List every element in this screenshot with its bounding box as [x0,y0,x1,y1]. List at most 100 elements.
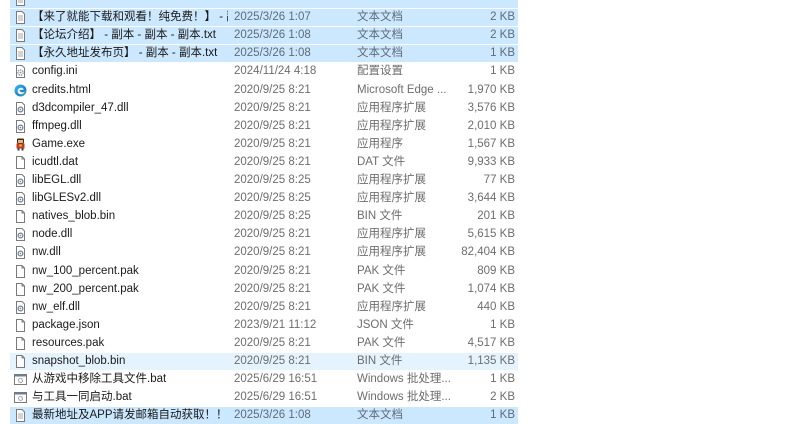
file-name: snapshot_blob.bin [32,355,126,367]
blank-file-icon [14,210,27,224]
file-name: nw_200_percent.pak [32,282,139,295]
dll-file-icon [14,174,27,187]
file-size: 1 KB [490,65,515,78]
file-name: 【论坛介绍】 - 副本 - 副本 - 副本.txt [32,29,216,42]
file-type: 应用程序 [357,137,403,150]
file-size: 2 KB [490,391,515,404]
file-row[interactable]: nw_elf.dll 2020/9/25 8:21 应用程序扩展 440 KB [10,299,518,316]
file-date-modified: 2025/3/26 1:08 [234,29,311,42]
file-size: 3,644 KB [467,192,515,205]
file-size: 9,933 KB [467,155,515,168]
file-size: 77 KB [483,174,515,186]
file-row[interactable]: credits.html 2020/9/25 8:21 Microsoft Edge… [10,82,518,99]
blank-file-icon [14,318,27,332]
file-date-modified: 2024/11/24 4:18 [234,65,317,78]
file-type: 应用程序扩展 [357,192,426,205]
file-name: nw.dll [32,246,61,259]
blank-file-icon [14,355,27,368]
file-name: natives_blob.bin [32,210,116,223]
text-file-icon [14,409,27,423]
file-row[interactable]: d3dcompiler_47.dll 2020/9/25 8:21 应用程序扩展 3,… [10,100,518,117]
file-date-modified: 2020/9/25 8:21 [234,119,311,132]
file-type: 文本文档 [357,11,403,24]
dll-file-icon [14,246,27,260]
file-type: BIN 文件 [357,210,403,223]
file-date-modified: 2020/9/25 8:21 [234,282,311,295]
file-date-modified: 2020/9/25 8:25 [234,210,311,223]
file-name: libGLESv2.dll [32,192,102,205]
file-row[interactable]: resources.pak 2020/9/25 8:21 PAK 文件 4,517 K… [10,335,518,352]
config-file-icon [14,65,27,79]
file-row[interactable]: package.json 2023/9/21 11:12 JSON 文件 1 KB [10,317,518,334]
text-file-icon [14,47,27,61]
file-size: 809 KB [477,264,515,277]
file-size: 2 KB [490,29,515,42]
file-size: 3,576 KB [467,101,515,114]
file-date-modified: 2025/6/29 16:51 [234,391,318,404]
file-type: Microsoft Edge ... [357,83,447,96]
file-date-modified: 2025/6/29 16:51 [234,373,318,386]
file-date-modified: 2020/9/25 8:21 [234,83,311,96]
file-type: 应用程序扩展 [357,119,426,132]
file-row[interactable]: 最新地址及APP请发邮箱自动获取！！！ 2025/3/26 1:08 文本文档 1 K… [10,407,518,424]
file-row[interactable]: 与工具一同启动.bat 2025/6/29 16:51 Windows 批处理...… [10,389,518,406]
file-date-modified: 2025/3/26 1:07 [234,11,311,24]
file-size: 440 KB [477,300,515,313]
file-row[interactable]: 【来了就能下载和观看！纯免费！】 - 副本 - 副本.txt 2025/3/26 … [10,9,518,27]
file-name: Game.exe [32,137,86,150]
file-row[interactable]: natives_blob.bin 2020/9/25 8:25 BIN 文件 201 … [10,208,518,225]
file-size: 2 KB [490,11,515,24]
file-row[interactable]: 【永久地址发布页】 - 副本 - 副本.txt 2025/3/26 1:08 文本文… [10,45,518,63]
file-row[interactable] [10,0,518,8]
file-size: 1 KB [490,373,515,386]
batch-file-icon [14,391,27,404]
file-row[interactable]: nw.dll 2020/9/25 8:21 应用程序扩展 82,404 KB [10,244,518,261]
file-type: BIN 文件 [357,355,403,367]
file-date-modified: 2020/9/25 8:21 [234,101,311,114]
file-type: JSON 文件 [357,318,414,331]
file-date-modified: 2020/9/25 8:21 [234,137,311,150]
file-size: 1,074 KB [467,282,515,295]
file-row[interactable]: snapshot_blob.bin 2020/9/25 8:21 BIN 文件 1,1… [10,353,518,370]
file-row[interactable]: icudtl.dat 2020/9/25 8:21 DAT 文件 9,933 KB [10,154,518,171]
dll-file-icon [14,192,27,206]
file-size: 4,517 KB [467,336,515,349]
text-file-icon [14,29,27,43]
file-name: nw_100_percent.pak [32,264,139,277]
blank-file-icon [14,155,27,169]
file-name: nw_elf.dll [32,300,80,313]
file-type: 应用程序扩展 [357,174,426,186]
file-type: Windows 批处理... [357,373,451,386]
file-name: credits.html [32,83,91,96]
file-size: 1,567 KB [467,137,515,150]
file-row[interactable]: config.ini 2024/11/24 4:18 配置设置 1 KB [10,63,518,80]
file-name: resources.pak [32,336,105,349]
file-size: 201 KB [477,210,515,223]
file-list: 【来了就能下载和观看！纯免费！】 - 副本 - 副本.txt 2025/3/26 … [0,0,800,424]
game-exe-icon [14,138,27,151]
file-row[interactable]: 【论坛介绍】 - 副本 - 副本 - 副本.txt 2025/3/26 1:08 文… [10,27,518,45]
text-file-icon [14,0,27,6]
file-size: 1 KB [490,318,515,331]
file-type: Windows 批处理... [357,391,451,404]
file-type: 应用程序扩展 [357,300,426,313]
file-date-modified: 2020/9/25 8:25 [234,174,311,186]
file-row[interactable]: libEGL.dll 2020/9/25 8:25 应用程序扩展 77 KB [10,172,518,189]
file-size: 5,615 KB [467,228,515,241]
file-date-modified: 2020/9/25 8:21 [234,264,311,277]
file-row[interactable]: nw_200_percent.pak 2020/9/25 8:21 PAK 文件 1,… [10,281,518,298]
blank-file-icon [14,282,27,296]
file-type: PAK 文件 [357,282,406,295]
file-date-modified: 2020/9/25 8:25 [234,192,311,205]
blank-file-icon [14,264,27,278]
file-row[interactable]: ffmpeg.dll 2020/9/25 8:21 应用程序扩展 2,010 KB [10,118,518,135]
file-name: 【来了就能下载和观看！纯免费！】 - 副本 - 副本.txt [32,11,228,24]
dll-file-icon [14,300,27,314]
file-row[interactable]: 从游戏中移除工具文件.bat 2025/6/29 16:51 Windows 批处理… [10,371,518,388]
file-row[interactable]: Game.exe 2020/9/25 8:21 应用程序 1,567 KB [10,136,518,153]
file-size: 1,135 KB [467,355,515,367]
file-row[interactable]: libGLESv2.dll 2020/9/25 8:25 应用程序扩展 3,644 K… [10,190,518,207]
file-row[interactable]: nw_100_percent.pak 2020/9/25 8:21 PAK 文件 80… [10,263,518,280]
file-type: 文本文档 [357,409,403,422]
file-row[interactable]: node.dll 2020/9/25 8:21 应用程序扩展 5,615 KB [10,226,518,243]
